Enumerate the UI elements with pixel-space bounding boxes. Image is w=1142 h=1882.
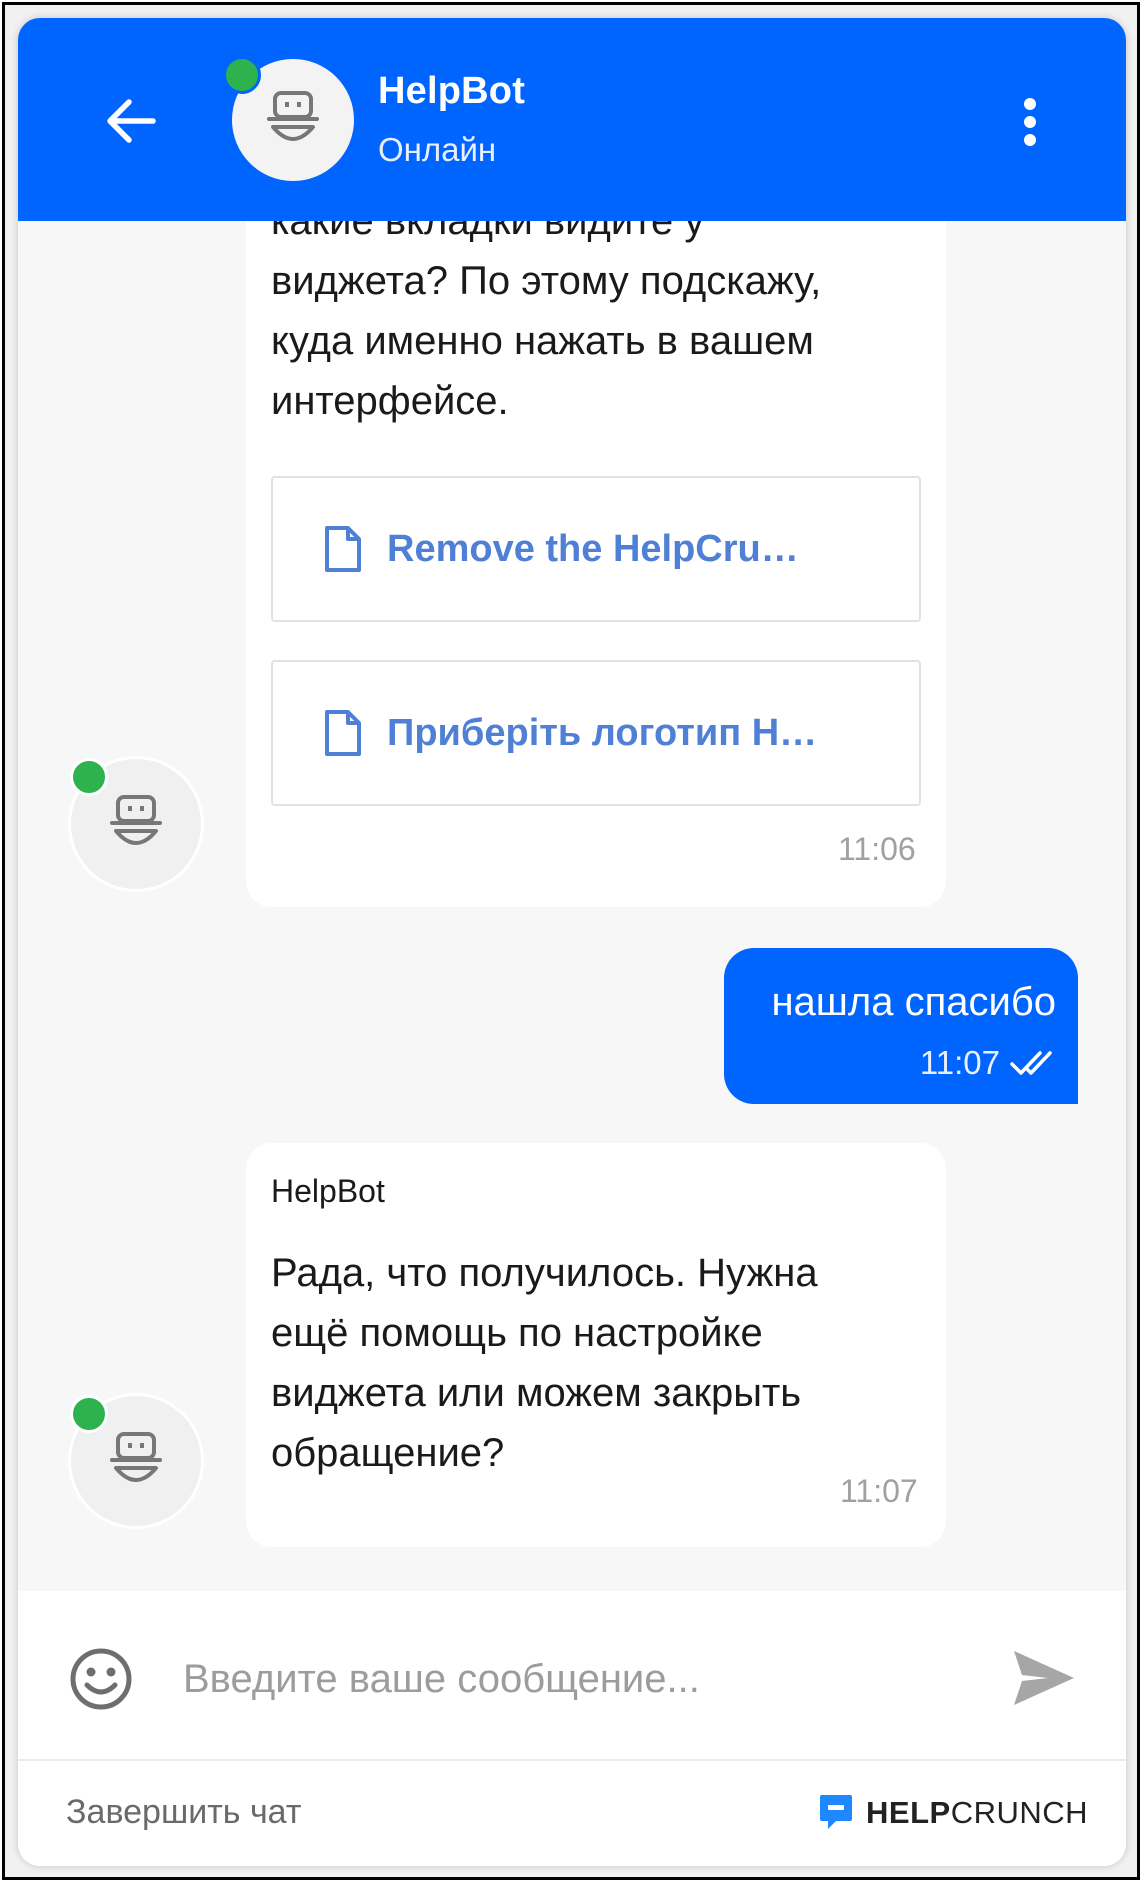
more-menu-button[interactable]: [1008, 90, 1052, 154]
emoji-button[interactable]: [68, 1646, 134, 1712]
message-text: Рада, что получилось. Нужна ещё помощь п…: [271, 1251, 818, 1475]
bot-message: какие вкладки видите у виджета? По этому…: [246, 221, 946, 907]
article-title: Remove the HelpCru…: [387, 527, 799, 570]
online-indicator: [223, 56, 261, 94]
document-icon: [323, 524, 363, 574]
sender-name: HelpBot: [271, 1173, 385, 1209]
double-check-icon: [1010, 1051, 1052, 1075]
article-link[interactable]: Remove the HelpCru…: [271, 476, 921, 622]
online-indicator: [70, 1395, 108, 1433]
bot-name: HelpBot: [378, 70, 526, 112]
end-chat-link[interactable]: Завершить чат: [66, 1793, 301, 1832]
user-message: нашла спасибо 11:07: [724, 948, 1078, 1104]
message-input[interactable]: [183, 1641, 983, 1717]
brand-name: HELPCRUNCH: [866, 1795, 1089, 1830]
window-frame: HelpBot Онлайн какие вкладки видите у ви…: [2, 2, 1140, 1880]
robot-icon: [110, 795, 162, 845]
message-meta: 11:07: [920, 1044, 1056, 1082]
bot-status: Онлайн: [378, 131, 497, 168]
chat-bubble-logo-icon: [820, 1795, 852, 1829]
chat-header: HelpBot Онлайн: [18, 18, 1126, 221]
robot-icon: [110, 1432, 162, 1482]
message-text: нашла спасибо: [771, 980, 1056, 1024]
article-link[interactable]: Приберіть логотип H…: [271, 660, 921, 806]
bot-message: HelpBot Рада, что получилось. Нужна ещё …: [246, 1143, 946, 1547]
arrow-left-icon: [107, 99, 156, 143]
message-time: 11:07: [919, 1044, 1000, 1081]
smiley-icon: [70, 1648, 132, 1710]
article-title: Приберіть логотип H…: [387, 711, 818, 754]
message-composer: [18, 1591, 1126, 1761]
send-icon: [1014, 1651, 1074, 1705]
robot-icon: [267, 91, 319, 141]
more-vertical-icon: [1024, 98, 1036, 110]
brand-logo[interactable]: HELPCRUNCH: [818, 1793, 1088, 1833]
send-button[interactable]: [1008, 1645, 1078, 1711]
back-button[interactable]: [96, 86, 166, 156]
online-indicator: [70, 758, 108, 796]
message-time: 11:06: [838, 831, 916, 867]
message-text: какие вкладки видите у виджета? По этому…: [271, 221, 822, 423]
chat-widget: HelpBot Онлайн какие вкладки видите у ви…: [18, 18, 1126, 1866]
message-time: 11:07: [840, 1473, 918, 1509]
message-list[interactable]: какие вкладки видите у виджета? По этому…: [18, 221, 1126, 1591]
document-icon: [323, 708, 363, 758]
chat-footer: Завершить чат HELPCRUNCH: [18, 1761, 1126, 1866]
